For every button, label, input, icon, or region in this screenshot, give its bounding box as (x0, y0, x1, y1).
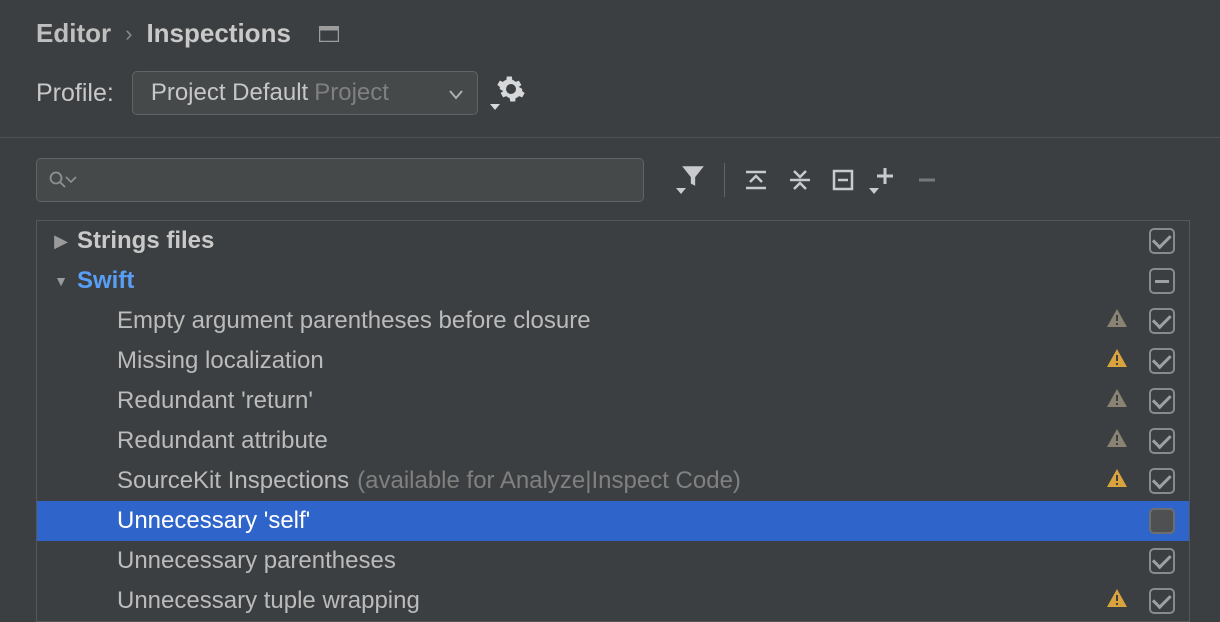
chevron-down-icon (449, 79, 463, 107)
search-input[interactable] (36, 158, 644, 202)
remove-icon[interactable] (915, 168, 939, 192)
item-label: Missing localization (117, 347, 324, 375)
tree-item-unnecessary-tuple[interactable]: Unnecessary tuple wrapping (37, 581, 1189, 621)
checkbox[interactable] (1149, 588, 1175, 614)
breadcrumb: Editor › Inspections (0, 0, 1220, 71)
settings-gear-icon[interactable] (496, 74, 526, 112)
item-label: SourceKit Inspections (117, 467, 349, 495)
checkbox[interactable] (1149, 308, 1175, 334)
profile-dropdown[interactable]: Project Default Project (132, 71, 478, 115)
group-label: Swift (77, 267, 134, 295)
item-label: Empty argument parentheses before closur… (117, 307, 591, 335)
chevron-down-icon: ▼ (45, 273, 77, 289)
tree-item-redundant-attribute[interactable]: Redundant attribute (37, 421, 1189, 461)
weak-warning-icon (1105, 387, 1129, 416)
item-label: Redundant 'return' (117, 387, 313, 415)
tree-group-swift[interactable]: ▼ Swift (37, 261, 1189, 301)
weak-warning-icon (1105, 427, 1129, 456)
reset-icon[interactable] (831, 168, 855, 192)
filter-icon[interactable] (680, 164, 706, 196)
add-icon[interactable] (873, 164, 897, 196)
search-field[interactable] (83, 167, 631, 193)
checkbox[interactable] (1149, 228, 1175, 254)
collapse-all-icon[interactable] (787, 168, 813, 192)
checkbox[interactable] (1149, 348, 1175, 374)
breadcrumb-inspections[interactable]: Inspections (146, 18, 290, 49)
checkbox[interactable] (1149, 468, 1175, 494)
item-label: Redundant attribute (117, 427, 328, 455)
profile-name: Project Default (151, 79, 308, 107)
toolbar-separator (724, 163, 725, 197)
warning-icon (1105, 347, 1129, 376)
chevron-right-icon: › (125, 21, 132, 47)
checkbox[interactable] (1149, 428, 1175, 454)
tree-item-sourcekit[interactable]: SourceKit Inspections (available for Ana… (37, 461, 1189, 501)
item-label: Unnecessary tuple wrapping (117, 587, 420, 615)
weak-warning-icon (1105, 307, 1129, 336)
chevron-down-icon (65, 176, 77, 184)
checkbox[interactable] (1149, 508, 1175, 534)
tree-group-strings-files[interactable]: ▶ Strings files (37, 221, 1189, 261)
item-label: Unnecessary 'self' (117, 507, 310, 535)
open-in-new-window-icon[interactable] (319, 26, 339, 42)
tree-item-unnecessary-self[interactable]: Unnecessary 'self' (37, 501, 1189, 541)
checkbox[interactable] (1149, 388, 1175, 414)
item-suffix: (available for Analyze|Inspect Code) (357, 467, 741, 495)
checkbox[interactable] (1149, 548, 1175, 574)
tree-item-empty-arg-paren[interactable]: Empty argument parentheses before closur… (37, 301, 1189, 341)
tree-item-unnecessary-paren[interactable]: Unnecessary parentheses (37, 541, 1189, 581)
profile-scope: Project (314, 79, 389, 107)
chevron-right-icon: ▶ (45, 231, 77, 252)
item-label: Unnecessary parentheses (117, 547, 396, 575)
expand-all-icon[interactable] (743, 168, 769, 192)
warning-icon (1105, 467, 1129, 496)
profile-label: Profile: (36, 79, 114, 108)
warning-icon (1105, 587, 1129, 616)
breadcrumb-root[interactable]: Editor (36, 18, 111, 49)
group-label: Strings files (77, 227, 214, 255)
inspections-tree[interactable]: ▶ Strings files ▼ Swift Empty argument p… (36, 220, 1190, 622)
checkbox[interactable] (1149, 268, 1175, 294)
search-toolbar (0, 138, 1220, 220)
tree-item-redundant-return[interactable]: Redundant 'return' (37, 381, 1189, 421)
tree-item-missing-localization[interactable]: Missing localization (37, 341, 1189, 381)
profile-row: Profile: Project Default Project (0, 71, 1220, 137)
